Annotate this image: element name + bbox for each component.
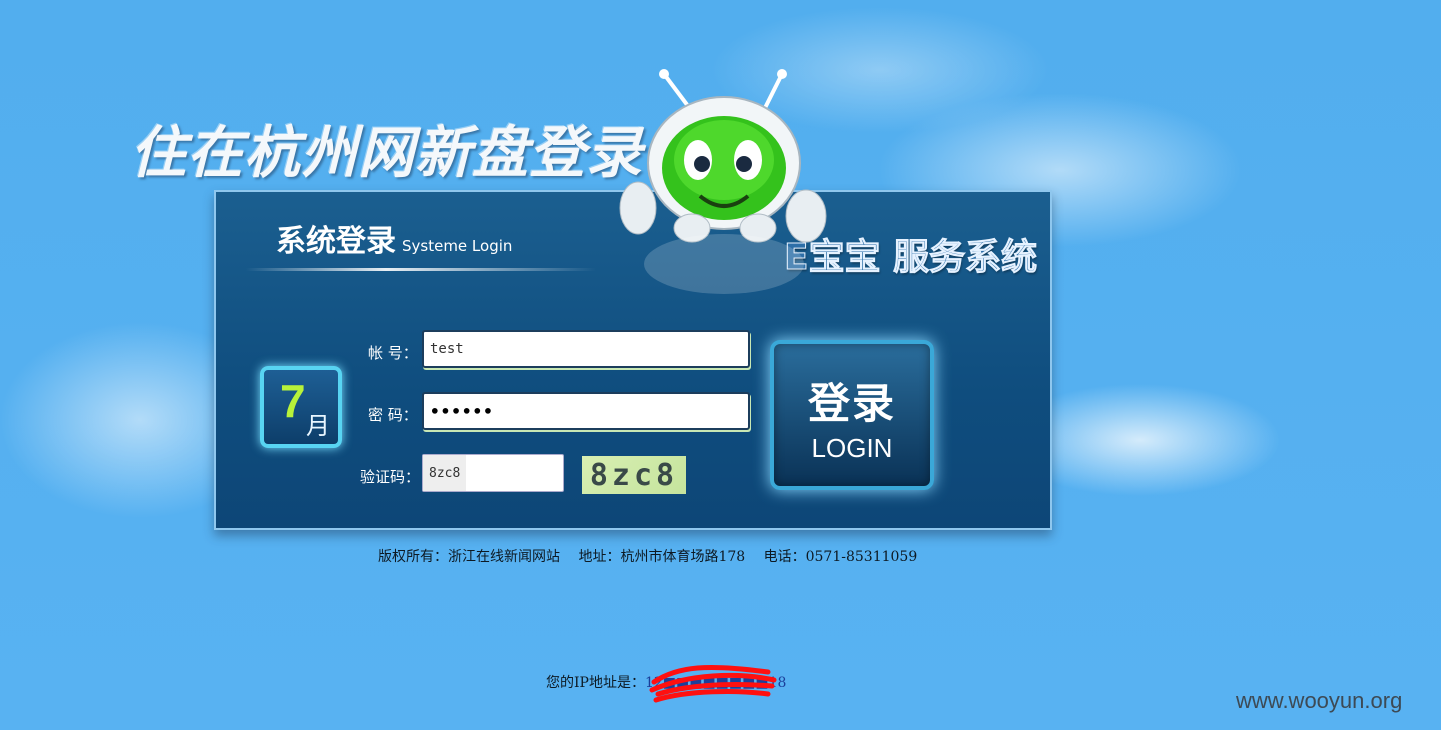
- redaction-scribble: [649, 664, 777, 703]
- title-divider: [246, 268, 596, 271]
- calendar-month: 月: [306, 412, 330, 440]
- copyright-text: 版权所有：浙江在线新闻网站 地址：杭州市体育场路178 电话：0571-8531…: [378, 549, 918, 565]
- panel-title: 系统登录 Systeme Login: [276, 216, 512, 260]
- calendar-day: 7: [280, 375, 306, 427]
- password-input[interactable]: ••••••: [422, 392, 750, 430]
- account-label: 帐 号：: [368, 344, 418, 362]
- login-button-label-cn: 登录: [807, 379, 896, 428]
- panel-title-en: Systeme Login: [402, 237, 513, 255]
- captcha-image[interactable]: 8zc8: [582, 456, 686, 494]
- ip-label: 您的IP地址是：: [546, 675, 645, 691]
- watermark: www.wooyun.org: [1236, 688, 1403, 713]
- robot-mascot-icon: [619, 69, 827, 294]
- login-button-label-en: LOGIN: [811, 433, 893, 463]
- captcha-label: 验证码：: [360, 468, 421, 486]
- account-input[interactable]: test: [422, 330, 750, 368]
- login-button[interactable]: 登录 LOGIN: [770, 340, 934, 490]
- password-label: 密 码：: [368, 406, 418, 424]
- captcha-input-value: 8zc8: [423, 455, 467, 491]
- panel-title-cn: 系统登录: [276, 224, 396, 259]
- page-title: 住在杭州网新盘登录: [130, 120, 643, 186]
- captcha-input[interactable]: 8zc8: [422, 454, 564, 492]
- calendar-icon: 7 月: [260, 366, 342, 448]
